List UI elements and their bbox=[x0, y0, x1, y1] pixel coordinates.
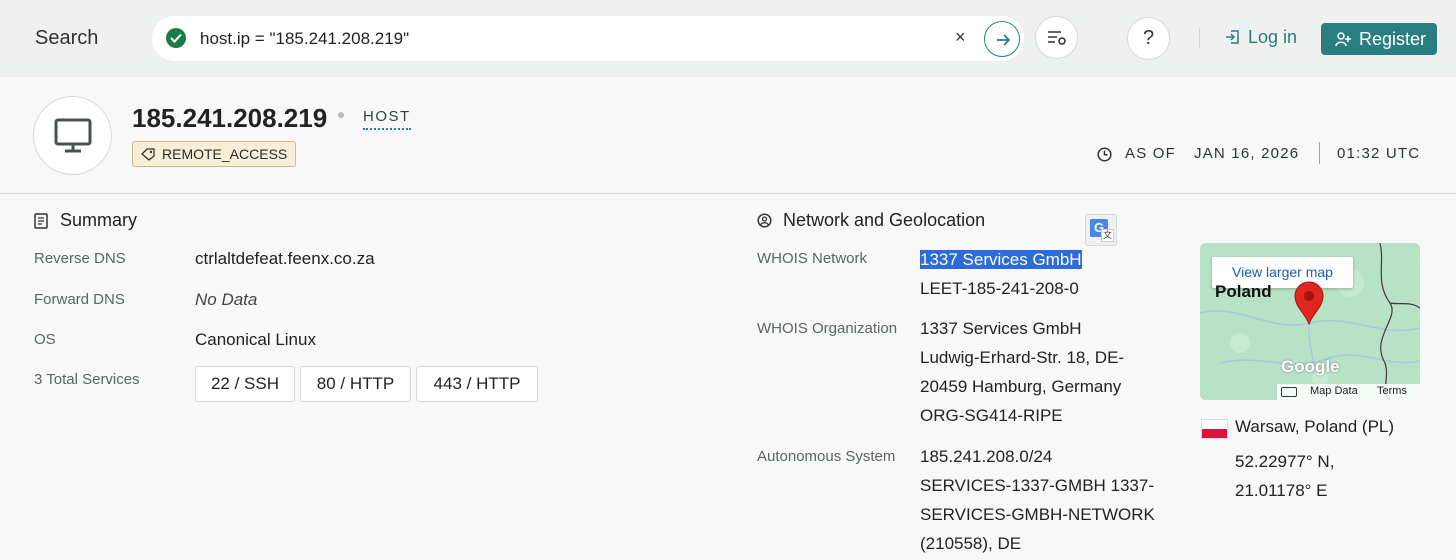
login-label: Log in bbox=[1248, 27, 1298, 47]
filter-settings-icon bbox=[1048, 31, 1066, 45]
network-title: Network and Geolocation bbox=[783, 210, 986, 230]
location-map[interactable]: View larger map Poland Google Map Data T… bbox=[1200, 243, 1420, 400]
search-input[interactable] bbox=[200, 26, 940, 52]
location-longitude: 21.01178° E bbox=[1235, 481, 1328, 500]
query-filter-button[interactable] bbox=[1035, 16, 1078, 59]
whois-org-line: 1337 Services GmbH bbox=[920, 319, 1082, 338]
reverse-dns-label: Reverse DNS bbox=[34, 250, 126, 267]
monitor-icon bbox=[54, 118, 92, 153]
os-label: OS bbox=[34, 331, 56, 348]
login-link[interactable]: Log in bbox=[1224, 27, 1297, 48]
timestamp-divider bbox=[1319, 142, 1320, 164]
host-header: 185.241.208.219 HOST REMOTE_ACCESS AS OF… bbox=[0, 77, 1456, 194]
as-of-time: 01:32 UTC bbox=[1337, 145, 1421, 162]
asn-line: (210558), DE bbox=[920, 534, 1022, 553]
service-chip-http-443[interactable]: 443 / HTTP bbox=[416, 366, 538, 402]
total-services-label: 3 Total Services bbox=[34, 371, 140, 388]
clock-icon bbox=[1097, 147, 1112, 162]
help-button[interactable]: ? bbox=[1127, 17, 1170, 60]
translate-icon[interactable]: G文 bbox=[1085, 214, 1117, 246]
location-latitude: 52.22977° N, bbox=[1235, 452, 1335, 471]
forward-dns-label: Forward DNS bbox=[34, 291, 125, 308]
poland-flag-icon bbox=[1201, 419, 1228, 439]
separator-dot bbox=[338, 112, 344, 118]
map-terms-link[interactable]: Terms bbox=[1377, 385, 1407, 397]
host-ip: 185.241.208.219 bbox=[132, 103, 328, 133]
login-icon bbox=[1226, 30, 1239, 44]
tag-label: REMOTE_ACCESS bbox=[162, 146, 288, 162]
as-of-date: JAN 16, 2026 bbox=[1194, 145, 1300, 162]
host-type-label[interactable]: HOST bbox=[363, 108, 411, 130]
register-label: Register bbox=[1359, 29, 1427, 49]
host-avatar bbox=[33, 96, 112, 175]
whois-org-label: WHOIS Organization bbox=[757, 320, 898, 337]
forward-dns-value: No Data bbox=[195, 290, 258, 309]
whois-network-handle: LEET-185-241-208-0 bbox=[920, 279, 1079, 298]
location-user-icon bbox=[757, 213, 772, 228]
as-of-label: AS OF bbox=[1125, 145, 1177, 162]
map-country-label: Poland bbox=[1215, 282, 1272, 301]
asn-value: 185.241.208.0/24 SERVICES-1337-GMBH 1337… bbox=[920, 442, 1155, 558]
asn-line: SERVICES-GMBH-NETWORK bbox=[920, 505, 1155, 524]
document-icon bbox=[34, 213, 48, 229]
tag-chip[interactable]: REMOTE_ACCESS bbox=[132, 141, 297, 167]
topbar-divider bbox=[1199, 28, 1200, 48]
whois-org-line: 20459 Hamburg, Germany bbox=[920, 377, 1122, 396]
asn-line: 185.241.208.0/24 bbox=[920, 447, 1053, 466]
whois-network-name: 1337 Services GmbH bbox=[920, 250, 1082, 269]
top-bar: Search × ? Log in Register bbox=[0, 0, 1456, 77]
search-submit-button[interactable] bbox=[984, 21, 1020, 57]
google-logo: Google bbox=[1281, 357, 1340, 376]
add-user-icon bbox=[1335, 32, 1351, 47]
os-value: Canonical Linux bbox=[195, 330, 316, 349]
whois-org-line: Ludwig-Erhard-Str. 18, DE- bbox=[920, 348, 1125, 367]
service-chip-http-80[interactable]: 80 / HTTP bbox=[300, 366, 411, 402]
register-button[interactable]: Register bbox=[1321, 23, 1437, 55]
map-pin-icon bbox=[1294, 281, 1324, 325]
whois-org-value: 1337 Services GmbH Ludwig-Erhard-Str. 18… bbox=[920, 314, 1124, 430]
summary-title: Summary bbox=[60, 210, 138, 230]
location-city: Warsaw, Poland (PL) bbox=[1235, 417, 1395, 436]
arrow-right-icon bbox=[997, 34, 1011, 46]
reverse-dns-value: ctrlaltdefeat.feenx.co.za bbox=[195, 249, 375, 268]
keyboard-icon[interactable] bbox=[1281, 387, 1297, 397]
map-data-link[interactable]: Map Data bbox=[1310, 385, 1358, 397]
search-box[interactable]: × bbox=[152, 16, 1024, 61]
search-label: Search bbox=[35, 27, 99, 49]
asn-label: Autonomous System bbox=[757, 448, 896, 465]
valid-query-check-icon bbox=[166, 28, 186, 48]
tag-icon bbox=[141, 148, 155, 161]
map-footer: Map Data Terms bbox=[1277, 384, 1420, 400]
clear-search-icon[interactable]: × bbox=[955, 27, 966, 48]
asn-line: SERVICES-1337-GMBH 1337- bbox=[920, 476, 1155, 495]
whois-org-line: ORG-SG414-RIPE bbox=[920, 406, 1063, 425]
whois-network-label: WHOIS Network bbox=[757, 250, 868, 267]
whois-network-value: 1337 Services GmbH LEET-185-241-208-0 bbox=[920, 245, 1082, 303]
service-chip-ssh[interactable]: 22 / SSH bbox=[195, 366, 295, 402]
